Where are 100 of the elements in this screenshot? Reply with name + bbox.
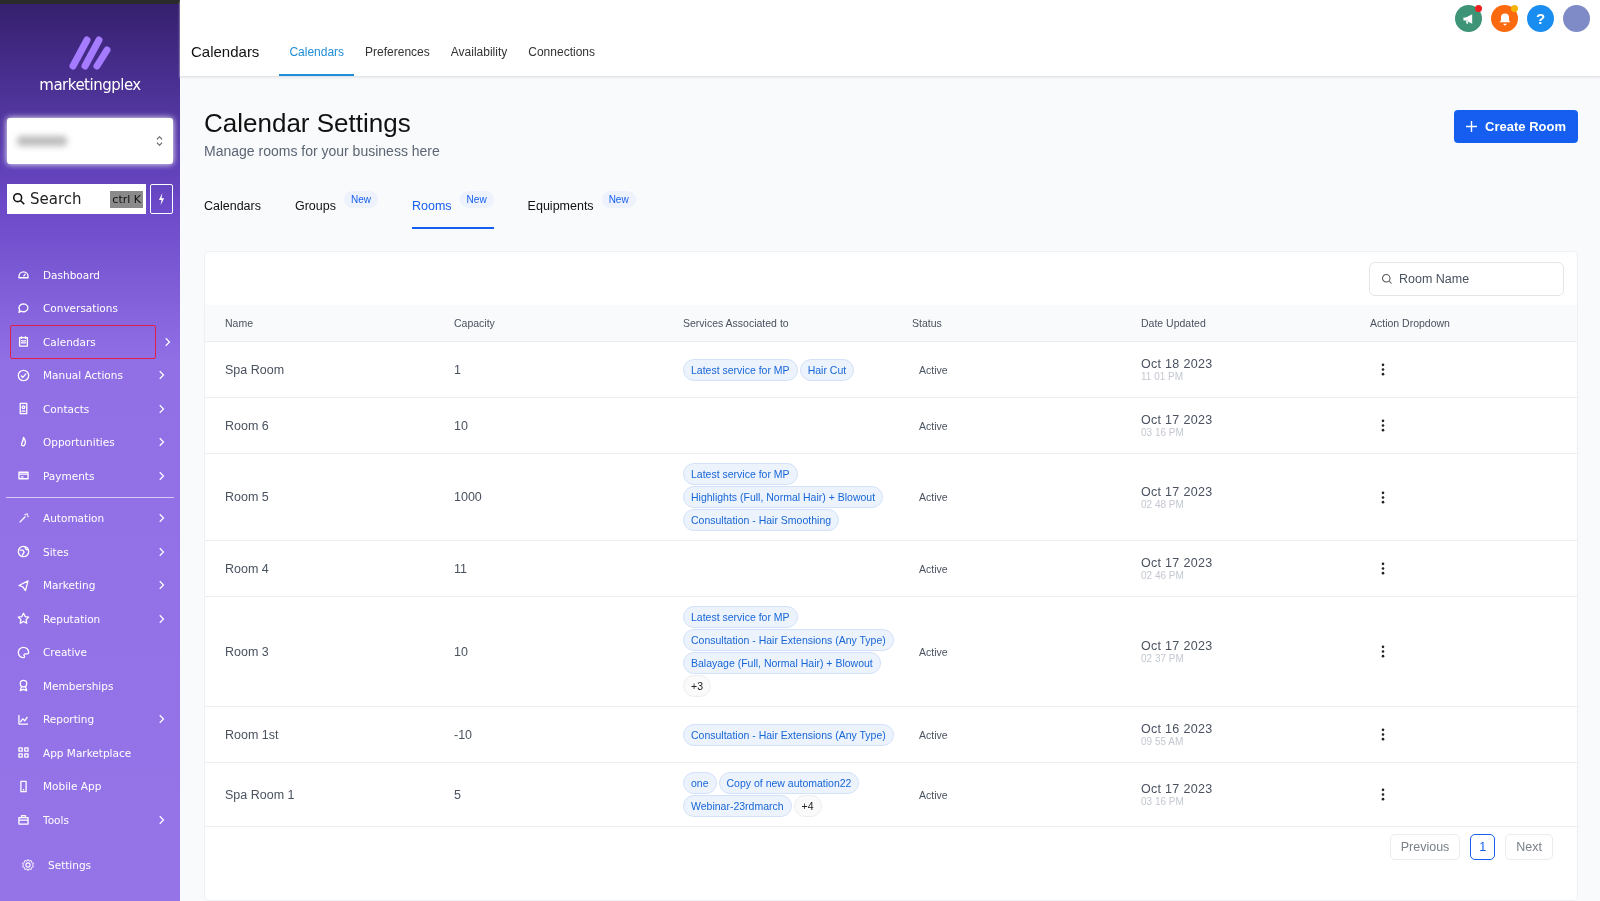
bell-icon[interactable] bbox=[1491, 5, 1518, 32]
status-text: Active bbox=[918, 562, 949, 575]
contact-card-icon bbox=[17, 402, 30, 416]
paper-plane-icon bbox=[17, 578, 30, 592]
more-options-icon[interactable] bbox=[1381, 490, 1385, 504]
page-subtitle: Manage rooms for your business here bbox=[204, 143, 440, 159]
column-header: Services Associated to bbox=[683, 317, 790, 329]
previous-button[interactable]: Previous bbox=[1389, 834, 1461, 860]
section-tab[interactable]: Groups bbox=[295, 191, 336, 227]
section-tab[interactable]: Calendars bbox=[204, 191, 261, 227]
service-tag: Copy of new automation22 bbox=[718, 772, 860, 794]
sidebar-item[interactable]: Automation bbox=[10, 501, 170, 535]
sidebar-item[interactable]: Conversations bbox=[10, 291, 170, 325]
more-options-icon[interactable] bbox=[1381, 728, 1385, 741]
sidebar-item[interactable]: Contacts bbox=[10, 392, 170, 426]
create-room-button[interactable]: Create Room bbox=[1454, 110, 1578, 143]
ribbon-icon bbox=[17, 679, 30, 693]
room-name: Room 3 bbox=[225, 644, 270, 659]
service-tag: Balayage (Full, Normal Hair) + Blowout bbox=[683, 652, 881, 674]
more-options-icon[interactable] bbox=[1381, 562, 1385, 575]
sidebar-item[interactable]: Sites bbox=[10, 535, 170, 569]
column-header: Name bbox=[225, 317, 254, 329]
capacity-cell-text: 1000 bbox=[454, 490, 483, 504]
plus-icon bbox=[1466, 121, 1478, 132]
room-name: Room 4 bbox=[225, 561, 270, 576]
logo-text: marketingplex bbox=[39, 76, 141, 94]
megaphone-icon[interactable] bbox=[1455, 5, 1482, 32]
service-tag: one bbox=[683, 772, 717, 794]
top-tab[interactable]: Connections bbox=[518, 45, 605, 76]
date-text: Oct 17 2023 bbox=[1141, 639, 1214, 653]
lightning-icon bbox=[157, 192, 166, 206]
column-header: Action Dropdown bbox=[1370, 317, 1451, 329]
sidebar-item[interactable]: Creative bbox=[10, 635, 170, 669]
account-switcher[interactable] bbox=[7, 118, 173, 164]
section-tab[interactable]: Rooms bbox=[412, 191, 452, 227]
sidebar-item[interactable]: Payments bbox=[10, 459, 170, 493]
section-tab[interactable]: Equipments bbox=[527, 191, 594, 227]
status-text: Active bbox=[918, 728, 949, 741]
capacity-cell-text: 5 bbox=[454, 787, 462, 802]
service-tag: Consultation - Hair Extensions (Any Type) bbox=[683, 629, 894, 651]
more-options-icon[interactable] bbox=[1381, 788, 1385, 801]
phone-icon bbox=[17, 779, 30, 793]
page-number-button[interactable]: 1 bbox=[1470, 834, 1496, 860]
status-text: Active bbox=[918, 788, 949, 801]
magic-wand-icon bbox=[17, 511, 30, 525]
next-button[interactable]: Next bbox=[1505, 834, 1553, 860]
capacity-cell-text: 10 bbox=[454, 644, 469, 659]
service-tag: Hair Cut bbox=[799, 358, 855, 381]
sidebar-item[interactable]: Marketing bbox=[10, 568, 170, 602]
sidebar-item[interactable]: Reputation bbox=[10, 602, 170, 636]
sidebar-item[interactable]: Memberships bbox=[10, 669, 170, 703]
avatar[interactable] bbox=[1563, 5, 1590, 32]
room-name: Spa Room 1 bbox=[225, 787, 296, 802]
date-text: Oct 17 2023 bbox=[1141, 484, 1214, 499]
time-text: 02 48 PM bbox=[1141, 498, 1185, 510]
time-text: 11 01 PM bbox=[1141, 371, 1185, 382]
more-options-icon[interactable] bbox=[1381, 419, 1385, 432]
sidebar-item[interactable]: Opportunities bbox=[10, 425, 170, 459]
new-badge: New bbox=[459, 191, 494, 208]
column-header: Capacity bbox=[454, 317, 496, 329]
more-options-icon[interactable] bbox=[1381, 645, 1385, 658]
more-count[interactable]: +3 bbox=[683, 675, 711, 697]
date-text: Oct 18 2023 bbox=[1141, 357, 1214, 371]
settings-icon bbox=[21, 858, 35, 873]
sidebar-item[interactable]: Tools bbox=[10, 803, 170, 837]
more-count[interactable]: +4 bbox=[793, 795, 822, 817]
top-tab[interactable]: Calendars bbox=[279, 45, 355, 76]
sidebar-item[interactable]: Reporting bbox=[10, 702, 170, 736]
capacity-cell-text: 1 bbox=[454, 362, 462, 377]
sidebar-item[interactable]: Mobile App bbox=[10, 769, 170, 803]
shortcut-hint: ctrl K bbox=[110, 191, 143, 208]
capacity-cell-text: -10 bbox=[454, 727, 474, 742]
room-search-field[interactable]: Room Name bbox=[1369, 262, 1564, 296]
status-text: Active bbox=[918, 645, 949, 658]
date-text: Oct 17 2023 bbox=[1141, 413, 1214, 427]
globe-icon bbox=[17, 545, 30, 559]
more-options-icon[interactable] bbox=[1381, 363, 1385, 376]
status-text: Active bbox=[918, 363, 949, 376]
section-title: Calendars bbox=[191, 43, 260, 62]
date-text: Oct 17 2023 bbox=[1141, 556, 1214, 570]
time-text: 02 37 PM bbox=[1141, 653, 1185, 664]
quick-action-button[interactable] bbox=[150, 184, 173, 214]
grid-icon bbox=[17, 746, 30, 760]
column-header: Date Updated bbox=[1141, 317, 1207, 329]
capacity-cell-text: 10 bbox=[454, 418, 469, 433]
calendar-icon bbox=[17, 335, 30, 349]
sidebar-item[interactable]: Manual Actions bbox=[10, 358, 170, 392]
capacity-cell-text: 11 bbox=[454, 561, 468, 576]
top-tab[interactable]: Preferences bbox=[355, 45, 440, 76]
status-text: Active bbox=[918, 419, 949, 432]
help-icon[interactable]: ? bbox=[1527, 5, 1554, 32]
date-text: Oct 16 2023 bbox=[1141, 722, 1214, 736]
status-text: Active bbox=[918, 491, 949, 503]
top-tab[interactable]: Availability bbox=[440, 45, 518, 76]
sidebar-item[interactable]: Dashboard bbox=[10, 258, 170, 292]
settings-item[interactable]: Settings bbox=[10, 848, 170, 882]
service-tag: Latest service for MP bbox=[683, 463, 798, 485]
service-tag: Consultation - Hair Extensions (Any Type) bbox=[683, 723, 894, 746]
sidebar-item[interactable]: App Marketplace bbox=[10, 736, 170, 770]
column-header: Status bbox=[912, 317, 943, 329]
